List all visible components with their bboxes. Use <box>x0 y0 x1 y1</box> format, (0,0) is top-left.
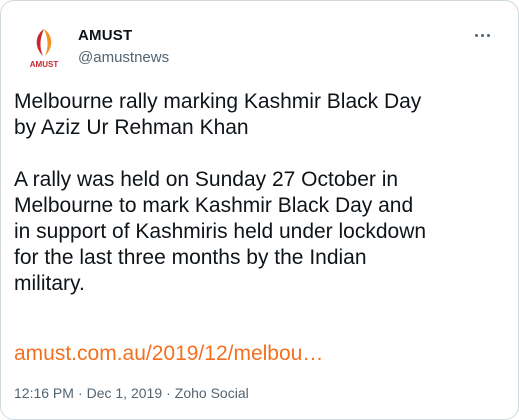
author-handle[interactable]: @amustnews <box>78 49 169 66</box>
more-dot <box>486 33 490 37</box>
tweet-header: AMUST AMUST @amustnews <box>20 21 502 73</box>
tweet-date[interactable]: Dec 1, 2019 <box>87 385 163 401</box>
more-icon[interactable] <box>468 25 496 45</box>
more-dot <box>474 33 478 37</box>
tweet-link[interactable]: amust.com.au/2019/12/melbou… <box>14 341 323 367</box>
tweet-text: Melbourne rally marking Kashmir Black Da… <box>14 90 427 295</box>
tweet-meta: 12:16 PM · Dec 1, 2019 · Zoho Social <box>14 385 249 401</box>
author-block: AMUST @amustnews <box>78 27 169 66</box>
meta-separator: · <box>77 385 83 401</box>
author-name[interactable]: AMUST <box>78 27 169 44</box>
tweet-source[interactable]: Zoho Social <box>175 385 249 401</box>
amust-logo-icon: AMUST <box>30 29 59 69</box>
avatar[interactable]: AMUST <box>20 23 68 71</box>
more-dot <box>480 33 484 37</box>
meta-separator: · <box>166 385 171 401</box>
tweet-card: AMUST AMUST @amustnews Melbourne rally m… <box>0 0 519 420</box>
avatar-logo-text: AMUST <box>30 60 59 69</box>
tweet-time[interactable]: 12:16 PM <box>14 385 74 401</box>
